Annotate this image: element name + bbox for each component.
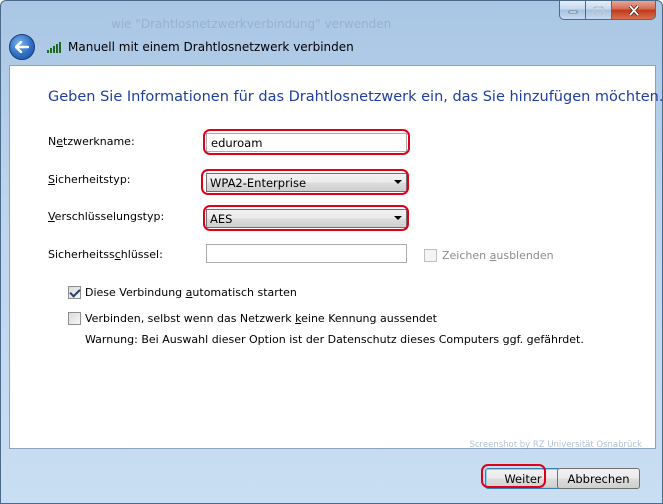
security-key-label: Sicherheitsschlüssel:: [48, 248, 163, 261]
security-type-highlight: [201, 169, 409, 195]
wireless-signal-icon: [47, 41, 63, 53]
close-icon: [628, 4, 639, 16]
connect-hidden-label: Verbinden, selbst wenn das Netzwerk kein…: [85, 312, 437, 325]
cancel-button[interactable]: Abbrechen: [557, 468, 640, 489]
encryption-type-label: Verschlüsselungstyp:: [48, 210, 165, 223]
network-name-label: Netzwerkname:: [48, 135, 135, 148]
hide-characters-checkbox[interactable]: [424, 249, 437, 262]
maximize-button[interactable]: [586, 1, 612, 20]
dialog-footer: Screenshot by RZ Universität Osnabrück W…: [9, 440, 656, 497]
network-name-highlight: [203, 129, 410, 155]
security-key-input[interactable]: [206, 244, 407, 263]
screenshot-watermark: Screenshot by RZ Universität Osnabrück: [469, 440, 642, 450]
maximize-icon: [593, 5, 604, 15]
background-ghost-text: wie "Drahtlosnetzwerkverbindung" verwend…: [111, 17, 392, 31]
page-heading: Geben Sie Informationen für das Drahtlos…: [48, 89, 663, 105]
caption-buttons: [559, 1, 656, 21]
hide-characters-label: Zeichen ausblenden: [442, 249, 554, 262]
security-type-label: Sicherheitstyp:: [48, 173, 131, 186]
close-button[interactable]: [612, 1, 656, 20]
minimize-button[interactable]: [559, 1, 586, 20]
auto-start-label: Diese Verbindung automatisch starten: [85, 286, 297, 299]
encryption-type-highlight: [203, 205, 409, 231]
minimize-icon: [568, 10, 577, 14]
next-button-highlight: [481, 464, 546, 488]
connect-hidden-checkbox[interactable]: [68, 312, 81, 325]
privacy-warning-text: Warnung: Bei Auswahl dieser Option ist d…: [85, 333, 584, 346]
window-title: Manuell mit einem Drahtlosnetzwerk verbi…: [68, 40, 354, 54]
back-button[interactable]: [9, 34, 35, 60]
dialog-content: Geben Sie Informationen für das Drahtlos…: [9, 65, 663, 449]
auto-start-checkbox[interactable]: [68, 286, 81, 299]
back-arrow-icon: [15, 41, 29, 53]
dialog-window: wie "Drahtlosnetzwerkverbindung" verwend…: [0, 0, 663, 504]
header-bar: Manuell mit einem Drahtlosnetzwerk verbi…: [9, 31, 656, 63]
